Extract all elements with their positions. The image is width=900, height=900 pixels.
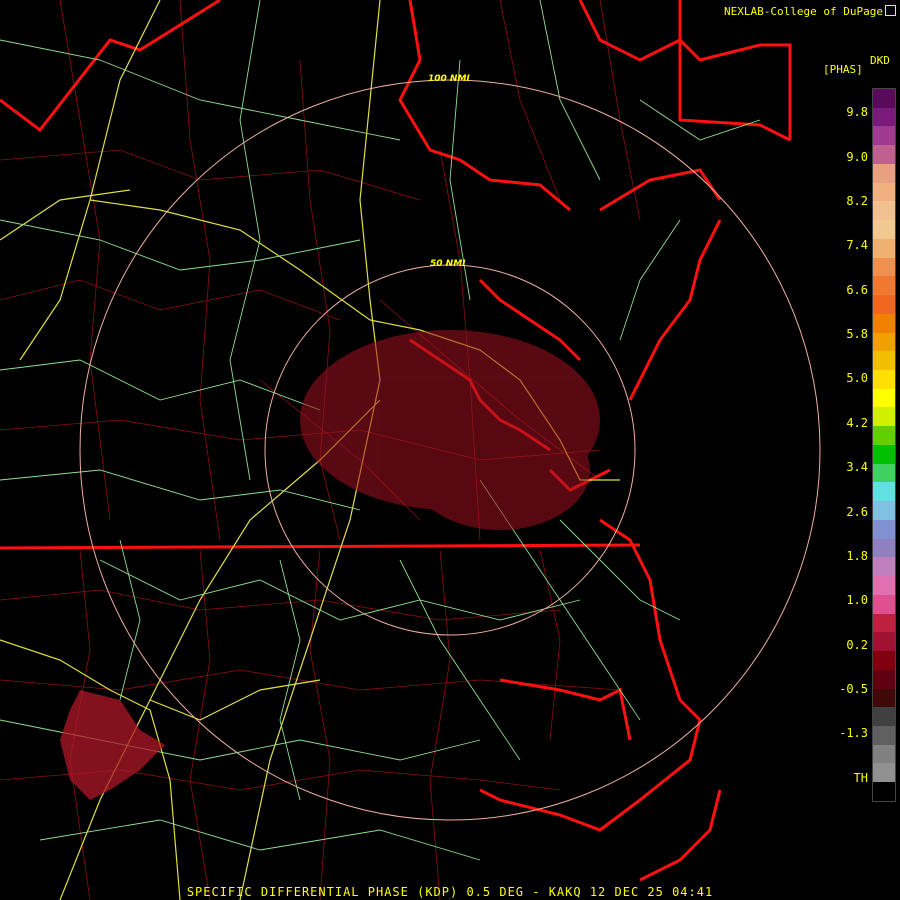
legend-swatch [873, 370, 895, 389]
legend-unit-bottom: [PHAS] [823, 63, 863, 76]
legend-label: 5.0 [846, 371, 868, 385]
legend-swatch [873, 707, 895, 726]
legend-swatch [873, 594, 895, 614]
legend-swatch [873, 444, 895, 464]
legend-swatch [873, 763, 895, 783]
legend-swatch [873, 482, 895, 502]
legend-label: 0.2 [846, 638, 868, 652]
legend-swatch [873, 538, 895, 558]
legend-label: 5.8 [846, 327, 868, 341]
legend-swatch [873, 257, 895, 277]
legend-swatch [873, 238, 895, 258]
legend-label: -0.5 [839, 682, 868, 696]
legend-swatch [873, 145, 895, 164]
legend-swatch [873, 632, 895, 652]
legend-label: TH [853, 771, 868, 785]
legend-swatch [873, 557, 895, 577]
legend-swatch [873, 351, 895, 371]
credit-label: NEXLAB-College of DuPage [724, 4, 896, 18]
legend-label: -1.3 [839, 726, 868, 740]
legend-swatch [873, 332, 895, 352]
legend-swatch [873, 89, 895, 108]
ring-label-50: 50 NMI [430, 259, 466, 269]
legend-swatch [873, 126, 895, 146]
radar-map [0, 0, 900, 900]
legend-swatch [873, 463, 895, 483]
legend-swatch [873, 613, 895, 633]
legend-label: 3.4 [846, 460, 868, 474]
legend-swatch [873, 519, 895, 539]
legend-unit-top: DKD [870, 54, 890, 67]
legend-swatch [873, 576, 895, 595]
legend-swatch [873, 725, 895, 745]
legend-label: 8.2 [846, 194, 868, 208]
legend-swatch [873, 688, 895, 708]
legend-swatch [873, 744, 895, 764]
legend-swatch [873, 651, 895, 670]
legend-label: 4.2 [846, 416, 868, 430]
legend-swatch [873, 295, 895, 314]
legend-swatch [873, 426, 895, 445]
legend-swatch [873, 182, 895, 202]
legend-label: 7.4 [846, 238, 868, 252]
legend-label: 1.8 [846, 549, 868, 563]
legend-label: 2.6 [846, 505, 868, 519]
ring-label-100: 100 NMI [428, 74, 470, 84]
legend-label: 9.8 [846, 105, 868, 119]
legend-swatch [873, 107, 895, 127]
legend-label: 9.0 [846, 150, 868, 164]
corner-icon [885, 5, 896, 16]
legend-swatch [873, 201, 895, 221]
legend-swatch [873, 163, 895, 183]
legend-swatch [873, 782, 895, 801]
legend-swatch [873, 501, 895, 520]
product-footer: SPECIFIC DIFFERENTIAL PHASE (KDP) 0.5 DE… [186, 885, 714, 899]
legend-color-bar [872, 88, 896, 802]
legend-label: 6.6 [846, 283, 868, 297]
legend-swatch [873, 220, 895, 239]
legend-swatch [873, 669, 895, 689]
legend-swatch [873, 407, 895, 427]
legend-swatch [873, 276, 895, 296]
legend-label: 1.0 [846, 593, 868, 607]
legend-swatch [873, 388, 895, 408]
legend-swatch [873, 313, 895, 333]
